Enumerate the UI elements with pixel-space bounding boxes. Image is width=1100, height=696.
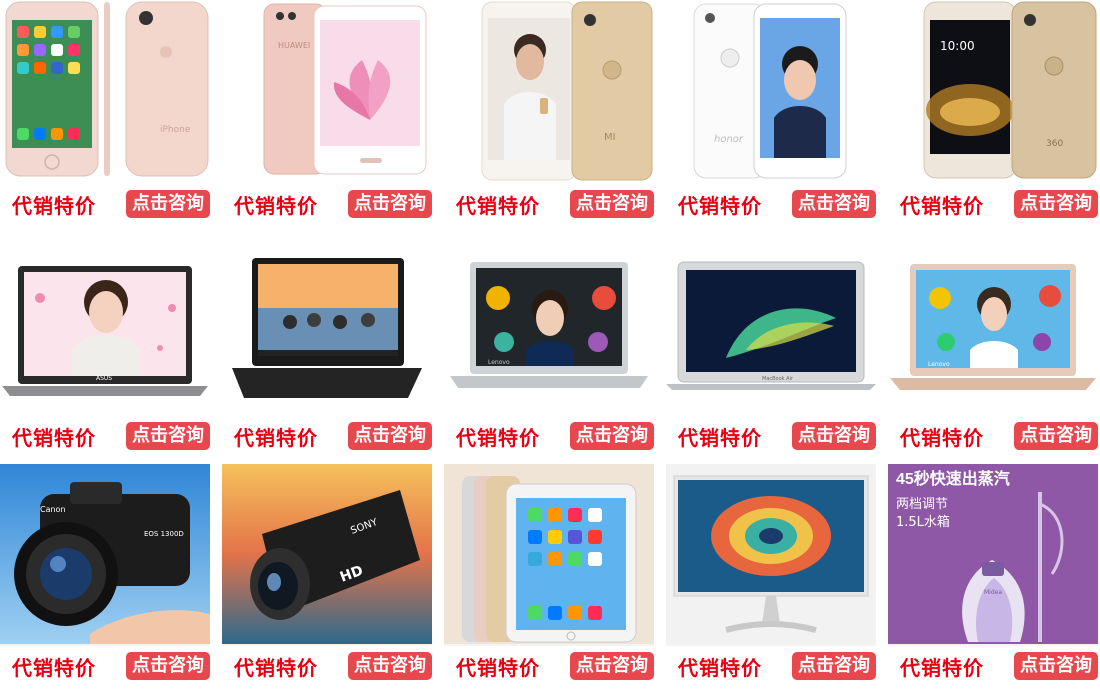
card-caption: 代销特价 点击咨询 <box>222 420 432 452</box>
price-label: 代销特价 <box>900 425 984 450</box>
steamer-line1-text: 两档调节 <box>896 497 948 512</box>
card-caption: 代销特价 点击咨询 <box>666 188 876 220</box>
product-image-canon-camera[interactable]: Canon EOS 1300D <box>0 464 210 646</box>
card-caption: 代销特价 点击咨询 <box>0 188 210 220</box>
card-caption: 代销特价 点击咨询 <box>222 650 432 682</box>
product-image-monitor[interactable] <box>666 464 876 646</box>
phone-brand-text: 360 <box>1046 139 1063 149</box>
consult-button[interactable]: 点击咨询 <box>1014 190 1098 218</box>
product-image-macbook-air[interactable]: MacBook Air <box>666 238 876 408</box>
price-label: 代销特价 <box>456 193 540 218</box>
product-card[interactable]: Lenovo 代销特价 点击咨询 <box>444 232 654 464</box>
product-image-huawei[interactable]: HUAWEI <box>222 0 432 185</box>
price-label: 代销特价 <box>234 425 318 450</box>
card-caption: 代销特价 点击咨询 <box>0 420 210 452</box>
product-image-iphone[interactable]: iPhone <box>0 0 210 185</box>
price-label: 代销特价 <box>678 655 762 680</box>
phone-brand-text: honor <box>714 134 744 145</box>
product-card[interactable]: HUAWEI 代销特价 点击咨询 <box>222 0 432 232</box>
consult-button[interactable]: 点击咨询 <box>792 652 876 680</box>
steamer-headline-text: 45秒快速出蒸汽 <box>896 469 1010 488</box>
consult-button[interactable]: 点击咨询 <box>570 422 654 450</box>
consult-button[interactable]: 点击咨询 <box>126 190 210 218</box>
laptop-brand-text: Lenovo <box>928 361 950 368</box>
phone-brand-text: iPhone <box>160 125 191 135</box>
consult-button[interactable]: 点击咨询 <box>1014 652 1098 680</box>
product-image-lenovo-silver-laptop[interactable]: Lenovo <box>444 238 654 408</box>
steamer-brand-text: Midea <box>984 589 1002 596</box>
price-label: 代销特价 <box>678 193 762 218</box>
product-image-sony-camcorder[interactable]: SONY HD <box>222 464 432 646</box>
consult-button[interactable]: 点击咨询 <box>570 190 654 218</box>
price-label: 代销特价 <box>12 655 96 680</box>
consult-button[interactable]: 点击咨询 <box>792 422 876 450</box>
product-card[interactable]: Canon EOS 1300D 代销特价 点击咨询 <box>0 464 210 696</box>
product-card[interactable]: 代销特价 点击咨询 <box>444 464 654 696</box>
consult-button[interactable]: 点击咨询 <box>348 422 432 450</box>
product-card[interactable]: Lenovo 代销特价 点击咨询 <box>888 232 1098 464</box>
card-caption: 代销特价 点击咨询 <box>444 650 654 682</box>
product-card[interactable]: honor 代销特价 点击咨询 <box>666 0 876 232</box>
phone-brand-text: MI <box>604 132 616 143</box>
card-caption: 代销特价 点击咨询 <box>666 650 876 682</box>
product-image-asus-laptop[interactable]: ASUS <box>0 238 210 408</box>
product-card[interactable]: 10:00 360 代销特价 点击咨询 <box>888 0 1098 232</box>
price-label: 代销特价 <box>456 655 540 680</box>
product-image-phone-gold[interactable]: 10:00 360 <box>888 0 1098 185</box>
card-caption: 代销特价 点击咨询 <box>444 188 654 220</box>
card-caption: 代销特价 点击咨询 <box>888 420 1098 452</box>
card-caption: 代销特价 点击咨询 <box>444 420 654 452</box>
card-caption: 代销特价 点击咨询 <box>888 650 1098 682</box>
camera-brand-text: Canon <box>40 505 66 514</box>
consult-button[interactable]: 点击咨询 <box>126 652 210 680</box>
product-image-lenovo-black-laptop[interactable] <box>222 238 432 408</box>
card-caption: 代销特价 点击咨询 <box>666 420 876 452</box>
price-label: 代销特价 <box>900 655 984 680</box>
product-image-honor[interactable]: honor <box>666 0 876 185</box>
product-card[interactable]: SONY HD 代销特价 点击咨询 <box>222 464 432 696</box>
product-card[interactable]: MI 代销特价 点击咨询 <box>444 0 654 232</box>
laptop-brand-text: MacBook Air <box>762 376 794 382</box>
consult-button[interactable]: 点击咨询 <box>348 652 432 680</box>
consult-button[interactable]: 点击咨询 <box>792 190 876 218</box>
laptop-brand-text: ASUS <box>96 375 112 382</box>
consult-button[interactable]: 点击咨询 <box>1014 422 1098 450</box>
consult-button[interactable]: 点击咨询 <box>348 190 432 218</box>
product-card[interactable]: iPhone 代销特价 点击咨询 <box>0 0 210 232</box>
phone-time-text: 10:00 <box>940 39 975 53</box>
steamer-line2-text: 1.5L水箱 <box>896 514 950 530</box>
price-label: 代销特价 <box>900 193 984 218</box>
consult-button[interactable]: 点击咨询 <box>570 652 654 680</box>
card-caption: 代销特价 点击咨询 <box>888 188 1098 220</box>
product-card[interactable]: 45秒快速出蒸汽 两档调节 1.5L水箱 Midea 代销特价 点击咨询 <box>888 464 1098 696</box>
camera-model-text: EOS 1300D <box>144 530 184 538</box>
price-label: 代销特价 <box>678 425 762 450</box>
product-card[interactable]: 代销特价 点击咨询 <box>666 464 876 696</box>
price-label: 代销特价 <box>234 193 318 218</box>
laptop-brand-text: Lenovo <box>488 359 510 366</box>
price-label: 代销特价 <box>12 425 96 450</box>
product-image-xiaomi[interactable]: MI <box>444 0 654 185</box>
product-grid: iPhone 代销特价 点击咨询 HUAWEI 代销特价 点击咨询 MI 代销特… <box>0 0 1100 694</box>
price-label: 代销特价 <box>456 425 540 450</box>
product-image-ipad[interactable] <box>444 464 654 646</box>
svg-text:HUAWEI: HUAWEI <box>278 41 310 50</box>
price-label: 代销特价 <box>12 193 96 218</box>
card-caption: 代销特价 点击咨询 <box>222 188 432 220</box>
product-card[interactable]: 代销特价 点击咨询 <box>222 232 432 464</box>
price-label: 代销特价 <box>234 655 318 680</box>
product-card[interactable]: MacBook Air 代销特价 点击咨询 <box>666 232 876 464</box>
consult-button[interactable]: 点击咨询 <box>126 422 210 450</box>
product-image-garment-steamer[interactable]: 45秒快速出蒸汽 两档调节 1.5L水箱 Midea <box>888 464 1098 646</box>
product-image-lenovo-gold-laptop[interactable]: Lenovo <box>888 238 1098 408</box>
card-caption: 代销特价 点击咨询 <box>0 650 210 682</box>
product-card[interactable]: ASUS 代销特价 点击咨询 <box>0 232 210 464</box>
